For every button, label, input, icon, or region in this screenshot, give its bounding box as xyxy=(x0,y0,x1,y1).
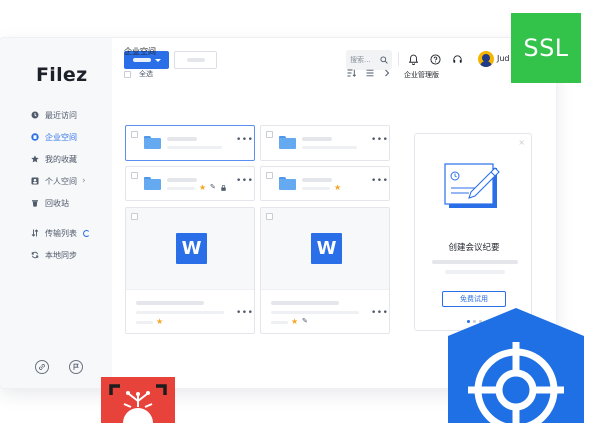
meeting-notes-illustration xyxy=(444,163,500,208)
sidebar-item-label: 传输列表 xyxy=(45,228,77,238)
help-icon xyxy=(429,53,441,65)
file-checkbox[interactable] xyxy=(131,131,138,138)
search-icon xyxy=(380,56,388,64)
upload-button-label-placeholder xyxy=(186,58,205,62)
chevron-right-icon: › xyxy=(82,176,86,186)
file-card-document[interactable]: W ★ ••• xyxy=(125,207,255,334)
favorite-star-icon: ★ xyxy=(156,317,164,326)
list-header: 全选 xyxy=(124,68,390,80)
word-document-icon: W xyxy=(311,233,342,264)
close-icon[interactable]: × xyxy=(518,138,525,147)
sidebar-item-trash[interactable]: 回收站 xyxy=(0,192,112,214)
favorite-star-icon: ★ xyxy=(291,317,299,326)
sidebar-item-label: 回收站 xyxy=(45,198,69,208)
sidebar-item-label: 我的收藏 xyxy=(45,154,77,164)
security-shield-icon xyxy=(448,308,584,423)
free-trial-button[interactable]: 免费试用 xyxy=(442,291,506,307)
lock-icon xyxy=(221,185,226,191)
app-logo: Filez xyxy=(36,64,88,86)
folder-icon xyxy=(279,177,296,190)
search-input[interactable]: 搜索... xyxy=(346,50,392,70)
loading-spinner-icon xyxy=(83,229,90,237)
more-options-icon[interactable]: ••• xyxy=(236,309,253,318)
promo-panel: × 创建会议纪要 免费试用 xyxy=(414,133,532,331)
search-placeholder: 搜索... xyxy=(350,56,371,64)
ssl-badge: SSL xyxy=(511,13,581,83)
caret-down-icon xyxy=(154,58,161,62)
edit-icon: ✎ xyxy=(302,317,308,325)
list-view-icon[interactable] xyxy=(366,69,374,77)
feedback-button[interactable] xyxy=(69,360,83,374)
transfer-icon xyxy=(31,229,39,237)
headset-icon xyxy=(452,54,462,63)
more-options-icon[interactable]: ••• xyxy=(371,177,388,186)
building-icon xyxy=(31,133,39,141)
sidebar-footer xyxy=(35,360,83,374)
file-card-document[interactable]: W ★ ✎ ••• xyxy=(260,207,390,334)
avatar[interactable] xyxy=(478,51,494,67)
notifications-button[interactable] xyxy=(406,52,420,66)
file-checkbox[interactable] xyxy=(266,131,273,138)
person-icon xyxy=(31,177,39,185)
promo-heading: 创建会议纪要 xyxy=(448,243,500,253)
file-checkbox[interactable] xyxy=(131,213,138,220)
new-button-label-placeholder xyxy=(132,58,151,62)
link-icon xyxy=(39,364,45,370)
sidebar-item-transfers[interactable]: 传输列表 xyxy=(0,222,112,244)
more-options-icon[interactable]: ••• xyxy=(236,136,253,145)
sidebar-item-enterprise[interactable]: 企业空间 xyxy=(0,126,112,148)
trash-icon xyxy=(31,199,39,207)
more-options-icon[interactable]: ••• xyxy=(371,136,388,145)
page-title: 企业空间 xyxy=(124,47,156,56)
sidebar-item-label: 本地同步 xyxy=(45,250,77,260)
sync-icon xyxy=(31,251,39,259)
more-options-icon[interactable]: ••• xyxy=(371,309,388,318)
link-button[interactable] xyxy=(35,360,49,374)
file-checkbox[interactable] xyxy=(131,172,138,179)
word-document-icon: W xyxy=(176,233,207,264)
sidebar-item-label: 个人空间 xyxy=(45,176,77,186)
file-checkbox[interactable] xyxy=(266,213,273,220)
stage: Filez 最近访问 企业空间 我的收藏 个人空间 › 回收站 传输列表 本地同… xyxy=(0,0,600,423)
flag-icon xyxy=(73,363,79,370)
star-icon xyxy=(31,155,39,163)
file-card-folder[interactable]: ★ ••• xyxy=(260,166,390,201)
more-options-icon[interactable]: ••• xyxy=(236,177,253,186)
user-name[interactable]: Jud xyxy=(497,54,510,63)
favorite-star-icon: ★ xyxy=(334,183,342,192)
sidebar-item-label: 最近访问 xyxy=(45,110,77,120)
file-checkbox[interactable] xyxy=(266,172,273,179)
sidebar-item-recent[interactable]: 最近访问 xyxy=(0,104,112,126)
sidebar-nav: 最近访问 企业空间 我的收藏 个人空间 › 回收站 传输列表 本地同步 xyxy=(0,104,112,266)
file-card-folder[interactable]: ★ ✎ ••• xyxy=(125,166,255,201)
chevron-right-icon[interactable] xyxy=(384,69,390,77)
upload-button[interactable] xyxy=(174,51,217,69)
sort-icon[interactable] xyxy=(347,69,356,77)
favorite-star-icon: ★ xyxy=(199,183,207,192)
sidebar-item-sync[interactable]: 本地同步 xyxy=(0,244,112,266)
folder-icon xyxy=(144,177,161,190)
file-card-folder[interactable]: ••• xyxy=(260,125,390,161)
panel-title: 企业管理版 xyxy=(404,71,439,79)
select-all-checkbox[interactable] xyxy=(124,70,131,78)
folder-icon xyxy=(144,136,161,149)
clock-icon xyxy=(31,111,39,119)
scan-badge-icon xyxy=(101,377,175,423)
folder-icon xyxy=(279,136,296,149)
select-all-label: 全选 xyxy=(139,70,153,78)
bell-icon xyxy=(408,54,418,65)
sidebar: Filez 最近访问 企业空间 我的收藏 个人空间 › 回收站 传输列表 本地同… xyxy=(0,38,112,388)
view-controls xyxy=(347,69,390,77)
sidebar-item-label: 企业空间 xyxy=(45,132,77,142)
support-button[interactable] xyxy=(450,52,464,66)
toolbar-divider xyxy=(398,52,399,66)
edit-icon: ✎ xyxy=(210,183,216,191)
help-button[interactable] xyxy=(428,52,442,66)
file-card-folder[interactable]: ••• xyxy=(125,125,255,161)
sidebar-item-personal[interactable]: 个人空间 › xyxy=(0,170,112,192)
sidebar-item-favorites[interactable]: 我的收藏 xyxy=(0,148,112,170)
